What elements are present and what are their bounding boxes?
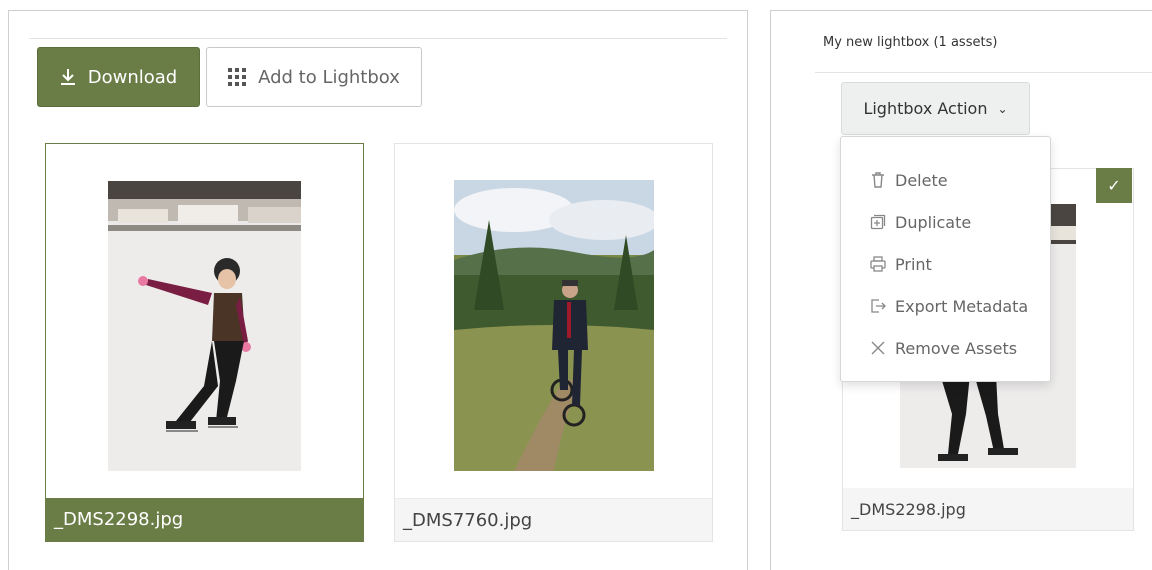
lightbox-title: My new lightbox (1 assets) xyxy=(823,35,998,50)
asset-card[interactable]: _DMS7760.jpg xyxy=(394,143,713,542)
selected-check-icon[interactable]: ✓ xyxy=(1096,168,1132,203)
lightbox-action-label: Lightbox Action xyxy=(863,99,988,118)
download-icon xyxy=(60,68,76,86)
menu-item-label: Remove Assets xyxy=(895,338,1018,358)
chevron-down-icon: ⌄ xyxy=(997,101,1008,116)
menu-item-label: Duplicate xyxy=(895,212,972,232)
lightbox-action-menu: Delete Duplicate Print Export Metadata R… xyxy=(840,136,1051,382)
menu-item-duplicate[interactable]: Duplicate xyxy=(841,201,1050,243)
divider xyxy=(815,72,1152,73)
menu-item-delete[interactable]: Delete xyxy=(841,159,1050,201)
menu-item-label: Export Metadata xyxy=(895,296,1029,316)
asset-filename: _DMS7760.jpg xyxy=(395,498,712,541)
add-to-lightbox-label: Add to Lightbox xyxy=(258,66,400,88)
download-label: Download xyxy=(87,66,178,88)
print-icon xyxy=(869,256,887,272)
asset-card[interactable]: _DMS2298.jpg xyxy=(45,143,364,542)
duplicate-icon xyxy=(869,214,887,230)
menu-item-label: Print xyxy=(895,254,932,274)
add-to-lightbox-button[interactable]: Add to Lightbox xyxy=(206,47,422,107)
menu-item-print[interactable]: Print xyxy=(841,243,1050,285)
grid-icon xyxy=(228,68,247,86)
divider xyxy=(29,38,727,39)
trash-icon xyxy=(869,172,887,188)
menu-item-remove-assets[interactable]: Remove Assets xyxy=(841,327,1050,369)
lightbox-action-button[interactable]: Lightbox Action ⌄ xyxy=(841,82,1030,135)
asset-thumbnail[interactable] xyxy=(454,180,654,471)
menu-item-export-metadata[interactable]: Export Metadata xyxy=(841,285,1050,327)
download-button[interactable]: Download xyxy=(37,47,200,107)
export-icon xyxy=(869,298,887,314)
asset-filename: _DMS2298.jpg xyxy=(46,498,363,541)
menu-item-label: Delete xyxy=(895,170,948,190)
asset-panel: Download Add to Lightbox _DMS2298.jpg _D… xyxy=(8,10,748,570)
lightbox-asset-filename: _DMS2298.jpg xyxy=(843,488,1133,530)
close-icon xyxy=(869,341,887,355)
asset-thumbnail[interactable] xyxy=(108,181,301,471)
